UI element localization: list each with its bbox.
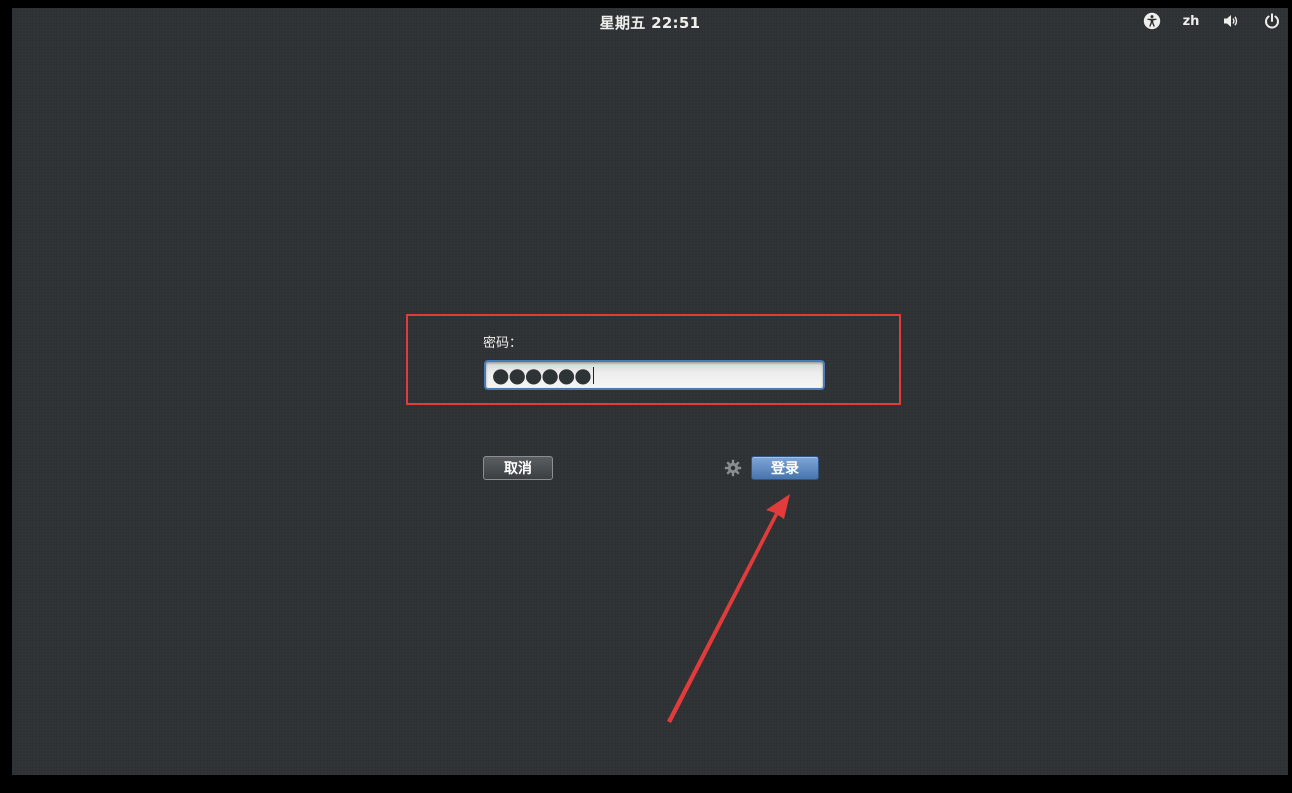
language-indicator[interactable]: zh bbox=[1179, 10, 1203, 32]
accessibility-icon[interactable] bbox=[1141, 10, 1163, 32]
password-mask: ●●●●●● bbox=[492, 363, 592, 387]
password-label: 密码： bbox=[483, 336, 523, 351]
login-screen: 星期五 22:51 zh 密码： ●●●●●● 取消 登录 bbox=[12, 8, 1288, 775]
gear-icon[interactable] bbox=[723, 458, 743, 478]
text-caret bbox=[592, 366, 594, 384]
login-button[interactable]: 登录 bbox=[751, 456, 819, 480]
volume-icon[interactable] bbox=[1220, 10, 1242, 32]
cancel-button[interactable]: 取消 bbox=[483, 456, 553, 480]
top-bar: 星期五 22:51 zh bbox=[12, 8, 1288, 34]
power-icon[interactable] bbox=[1261, 10, 1283, 32]
clock[interactable]: 星期五 22:51 bbox=[12, 12, 1288, 33]
password-field[interactable]: ●●●●●● bbox=[484, 360, 825, 390]
